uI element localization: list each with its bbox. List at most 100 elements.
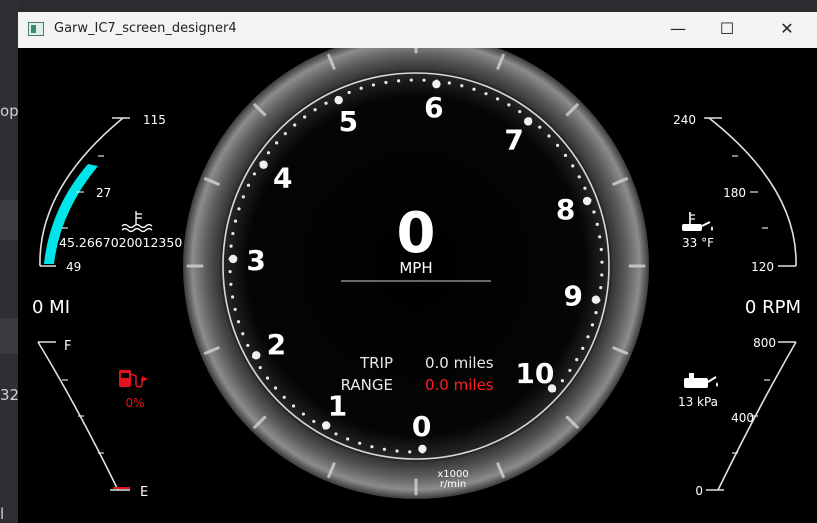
tach-minor-tick — [231, 231, 235, 236]
tach-minor-tick — [600, 260, 604, 264]
background-text: op — [0, 102, 19, 120]
tach-minor-tick — [303, 115, 307, 119]
tach-minor-tick — [324, 101, 328, 105]
tach-label: 6 — [424, 91, 443, 124]
tach-minor-tick — [312, 419, 316, 424]
speed-unit: MPH — [399, 259, 432, 277]
tach-minor-tick — [586, 335, 590, 339]
tach-minor-tick — [496, 97, 500, 101]
tach-minor-tick — [230, 295, 235, 299]
tach-unit-rpm: r/min — [440, 479, 466, 490]
tach-minor-tick — [577, 175, 581, 179]
left-top-tick-label: 27 — [96, 186, 111, 200]
window-title: Garw_IC7_screen_designer4 — [54, 21, 237, 36]
tach-label: 7 — [504, 124, 523, 157]
right-top-tick-label: 120 — [751, 260, 774, 274]
tach-minor-tick — [252, 172, 256, 176]
tach-minor-tick — [359, 86, 363, 90]
tach-minor-tick — [575, 358, 579, 362]
tach-minor-tick — [241, 332, 245, 336]
tach-minor-tick — [246, 183, 251, 187]
fuel-empty-label: E — [140, 485, 148, 500]
instrument-cluster: 012345 678910 0 MPH TRIP 0.0 miles RANGE … — [32, 48, 801, 500]
tach-minor-tick — [600, 273, 604, 277]
fuel-pump-icon — [119, 370, 148, 388]
maximize-button[interactable]: ☐ — [704, 12, 750, 48]
oil-pressure-tick-label: 400 — [731, 411, 754, 425]
minimize-button[interactable]: — — [655, 12, 701, 48]
tach-minor-tick — [538, 125, 542, 129]
oil-pressure-value: 13 kPa — [678, 395, 718, 409]
tach-minor-tick — [547, 134, 551, 138]
tach-minor-tick — [518, 109, 522, 114]
title-bar[interactable]: Garw_IC7_screen_designer4 — ☐ ✕ — [18, 12, 817, 48]
tach-minor-tick — [291, 404, 296, 408]
tach-minor-tick — [472, 87, 476, 91]
tach-minor-tick — [293, 123, 297, 127]
background-panel — [0, 318, 18, 354]
tach-major-tick — [432, 79, 441, 89]
app-window: Garw_IC7_screen_designer4 — ☐ ✕ 0 1 2 3 4 5 6 7 — [18, 12, 817, 523]
left-top-tick-label: 115 — [143, 113, 166, 127]
background-text: 32 — [0, 386, 20, 404]
tach-major-tick — [228, 254, 238, 264]
tach-label: 8 — [556, 193, 575, 226]
tach-minor-tick — [241, 195, 245, 199]
tach-minor-tick — [229, 244, 233, 248]
tach-minor-tick — [395, 449, 399, 453]
tach-major-tick — [523, 117, 533, 126]
background-panel — [0, 200, 18, 240]
tach-minor-tick — [266, 151, 271, 155]
tach-minor-tick — [592, 210, 596, 214]
tach-minor-tick — [568, 368, 572, 373]
tach-minor-tick — [228, 269, 232, 274]
fuel-percent: 0% — [125, 396, 144, 410]
tach-minor-tick — [484, 92, 488, 96]
tach-minor-tick — [408, 450, 412, 454]
close-button[interactable]: ✕ — [764, 12, 810, 48]
tach-minor-tick — [460, 84, 464, 88]
oil-pressure-tick-label: 800 — [753, 336, 776, 350]
tach-label: 0 — [412, 410, 431, 443]
tach-minor-tick — [358, 441, 362, 445]
tach-minor-tick — [301, 412, 306, 416]
tach-label: 9 — [564, 279, 583, 312]
tach-minor-tick — [258, 366, 262, 370]
speed-value: 0 — [397, 201, 436, 266]
tach-minor-tick — [599, 286, 603, 290]
tach-major-tick — [252, 351, 261, 360]
tach-minor-tick — [265, 376, 270, 380]
tach-minor-tick — [370, 445, 374, 449]
tach-major-tick — [591, 295, 601, 304]
right-top-tick-label: 240 — [673, 113, 696, 127]
tach-label: 5 — [339, 105, 358, 138]
tach-major-tick — [582, 196, 592, 206]
tach-minor-tick — [599, 247, 603, 252]
app-icon — [28, 22, 44, 36]
tach-minor-tick — [346, 437, 350, 441]
tach-minor-tick — [583, 186, 587, 190]
background-text: l — [0, 505, 5, 523]
tach-minor-tick — [347, 90, 351, 95]
right-top-tick-label: 180 — [723, 186, 746, 200]
tach-minor-tick — [237, 207, 241, 211]
coolant-temp-icon — [121, 211, 153, 233]
tach-minor-tick — [334, 432, 338, 436]
tach-major-tick — [259, 160, 268, 169]
background-app-strip — [0, 0, 18, 523]
tach-minor-tick — [555, 143, 560, 147]
tach-minor-tick — [282, 395, 286, 399]
tach-minor-tick — [571, 164, 575, 168]
fuel-full-label: F — [64, 339, 71, 354]
tach-minor-tick — [409, 78, 413, 82]
tach-minor-tick — [507, 103, 511, 107]
rpm-readout: 0 RPM — [745, 297, 801, 318]
trip-label: TRIP — [359, 354, 393, 372]
tach-minor-tick — [590, 323, 595, 327]
tach-minor-tick — [233, 219, 238, 223]
tach-minor-tick — [371, 83, 376, 87]
tach-minor-tick — [246, 343, 250, 348]
tach-minor-tick — [396, 79, 401, 83]
tach-minor-tick — [313, 108, 317, 112]
tach-minor-tick — [563, 153, 568, 157]
